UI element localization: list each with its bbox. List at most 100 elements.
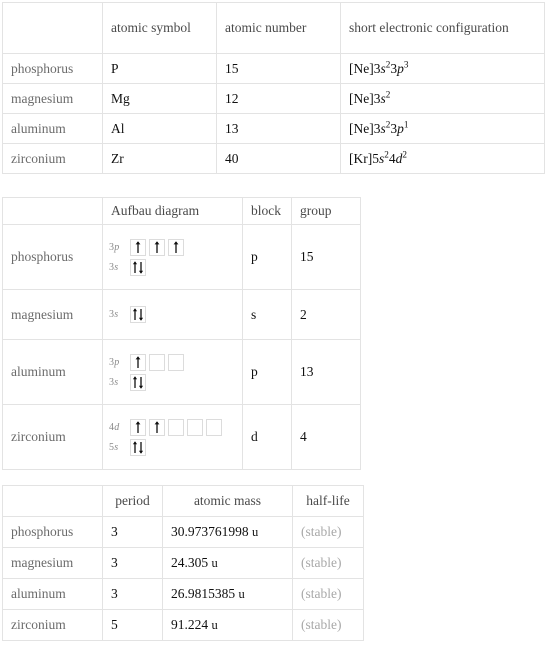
orbital-box-paired-electrons (130, 373, 146, 391)
mass-value: 91.224 (171, 617, 209, 632)
orbital-box-paired-electrons (130, 306, 146, 323)
cell-config-aluminum: [Ne]3s23p1 (340, 113, 545, 144)
aufbau-diagram: 3p 3s (109, 353, 236, 391)
corner-cell (2, 485, 103, 517)
orbital-box-empty (187, 418, 203, 436)
orbital-box-single-electron (130, 418, 146, 436)
spin-up-arrow-icon (154, 420, 160, 433)
cell-config-phosphorus: [Ne]3s23p3 (340, 53, 545, 84)
orbital-count: 2 (385, 119, 391, 129)
aufbau-subshell-row: 3p (109, 353, 236, 371)
orbital-box-empty (149, 353, 165, 371)
mass-unit: u (211, 556, 218, 570)
mass-unit: u (211, 618, 218, 632)
cell-block-zirconium: d (242, 404, 292, 470)
mass-value: 24.305 (171, 555, 209, 570)
cell-half-life-phosphorus: (stable) (292, 516, 364, 548)
column-header-atomic-mass: atomic mass (162, 485, 293, 517)
aufbau-diagram: 4d 5s (109, 418, 236, 456)
mass-unit: u (252, 525, 259, 539)
cell-number-phosphorus: 15 (216, 53, 341, 84)
cell-aufbau-aluminum: 3p 3s (102, 339, 243, 405)
column-header-group: group (291, 197, 361, 225)
cell-group-zirconium: 4 (291, 404, 361, 470)
row-label-aluminum: aluminum (2, 578, 103, 610)
cell-number-magnesium: 12 (216, 83, 341, 114)
subshell-label: 3s (109, 309, 119, 320)
cell-half-life-zirconium: (stable) (292, 609, 364, 641)
spin-up-arrow-icon (154, 240, 160, 253)
spin-up-arrow-icon (135, 420, 141, 433)
mass-unit: u (238, 587, 245, 601)
orbital-box-paired-electrons (130, 438, 146, 456)
cell-config-magnesium: [Ne]3s2 (340, 83, 545, 114)
aufbau-subshell-row: 3s (109, 258, 236, 276)
subshell-label: 3p (109, 356, 120, 368)
spin-up-arrow-icon (173, 240, 179, 253)
cell-aufbau-zirconium: 4d 5s (102, 404, 243, 470)
cell-block-magnesium: s (242, 289, 292, 340)
corner-cell (2, 197, 103, 225)
cell-number-zirconium: 40 (216, 143, 341, 174)
subshell-label: 4d (109, 421, 120, 433)
row-label-phosphorus: phosphorus (2, 224, 103, 290)
orbital-count: 2 (385, 59, 391, 69)
cell-period-magnesium: 3 (102, 547, 163, 579)
orbital-box-single-electron (149, 418, 165, 436)
table-row: aluminum Al 13 [Ne]3s23p1 (2, 113, 545, 144)
row-label-zirconium: zirconium (2, 404, 103, 470)
spin-pair-arrows-icon (132, 375, 144, 389)
mass-value: 30.973761998 (171, 524, 249, 539)
spin-pair-arrows-icon (132, 260, 144, 274)
cell-number-aluminum: 13 (216, 113, 341, 144)
orbital-box-paired-electrons (130, 258, 146, 276)
spin-up-arrow-icon (135, 355, 141, 368)
table-row: phosphorus 3 30.973761998 u (stable) (2, 516, 364, 548)
aufbau-subshell-row: 3p (109, 238, 236, 256)
column-header-aufbau-diagram: Aufbau diagram (102, 197, 243, 225)
orbital-count: 2 (402, 149, 407, 159)
orbital-count: 2 (385, 89, 391, 99)
orbital-box-group (130, 418, 222, 436)
cell-group-phosphorus: 15 (291, 224, 361, 290)
aufbau-diagram-table: Aufbau diagram block group phosphorus 3p… (2, 197, 361, 470)
aufbau-subshell-row: 5s (109, 438, 236, 456)
table-row: zirconium Zr 40 [Kr]5s24d2 (2, 143, 545, 174)
period-mass-halflife-table: period atomic mass half-life phosphorus … (2, 485, 364, 641)
cell-aufbau-phosphorus: 3p 3s (102, 224, 243, 290)
subshell-label: 3s (109, 376, 119, 388)
aufbau-subshell-row: 4d (109, 418, 236, 436)
column-header-atomic-number: atomic number (216, 2, 341, 54)
cell-half-life-magnesium: (stable) (292, 547, 364, 579)
column-header-block: block (242, 197, 292, 225)
row-label-aluminum: aluminum (2, 113, 103, 144)
row-label-zirconium: zirconium (2, 609, 103, 641)
spin-pair-arrows-icon (132, 440, 144, 454)
cell-period-aluminum: 3 (102, 578, 163, 610)
orbital-box-group (130, 353, 184, 371)
orbital-letter: p (397, 120, 404, 136)
column-header-period: period (102, 485, 163, 517)
corner-cell (2, 2, 103, 54)
subshell-label: 3s (109, 261, 119, 273)
column-header-half-life: half-life (292, 485, 364, 517)
orbital-box-group (130, 438, 146, 456)
column-header-short-electronic-configuration: short electronic configuration (340, 2, 545, 54)
cell-atomic-mass-aluminum: 26.9815385 u (162, 578, 293, 610)
orbital-letter: p (397, 60, 404, 76)
table-row: phosphorus 3p 3s p 15 (2, 224, 361, 290)
mass-value: 26.9815385 (171, 586, 236, 601)
row-label-zirconium: zirconium (2, 143, 103, 174)
table-row: magnesium Mg 12 [Ne]3s2 (2, 83, 545, 114)
orbital-box-group (130, 258, 146, 276)
table-header-row: atomic symbol atomic number short electr… (2, 2, 545, 54)
cell-period-zirconium: 5 (102, 609, 163, 641)
orbital-count: 2 (384, 149, 389, 159)
orbital-box-single-electron (149, 238, 165, 256)
cell-block-phosphorus: p (242, 224, 292, 290)
orbital-box-group (130, 238, 184, 256)
subshell-label: 5s (109, 441, 119, 453)
aufbau-diagram: 3p 3s (109, 238, 236, 276)
row-label-aluminum: aluminum (2, 339, 103, 405)
orbital-box-empty (168, 418, 184, 436)
